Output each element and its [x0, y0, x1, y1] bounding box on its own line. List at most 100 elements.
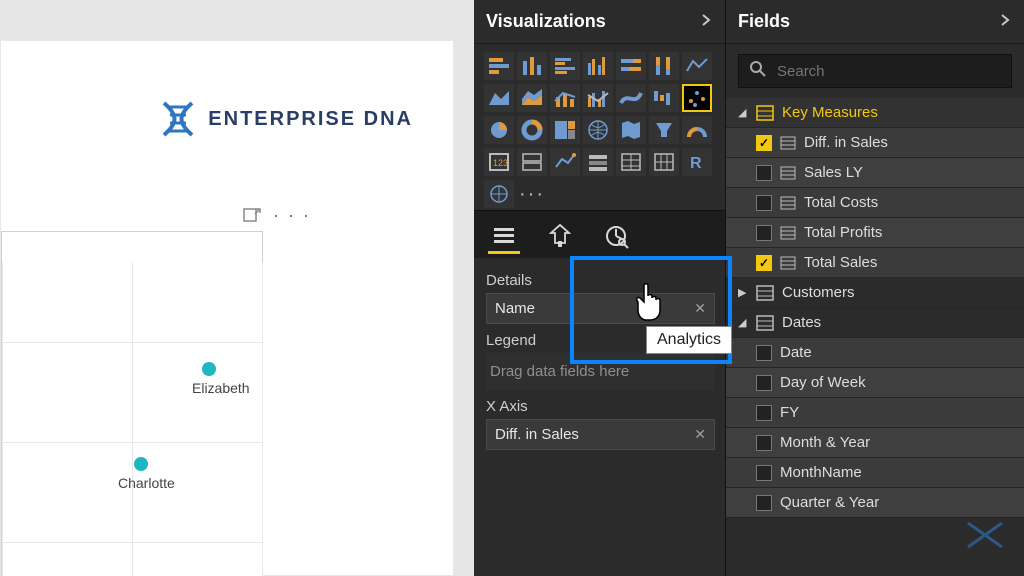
treemap-icon[interactable] [550, 116, 580, 144]
line-clustered-column-icon[interactable] [583, 84, 613, 112]
format-tab[interactable] [544, 222, 576, 254]
field-quarter-and-year[interactable]: Quarter & Year [726, 488, 1024, 518]
report-page[interactable]: ENTERPRISE DNA · · · Elizabeth [0, 40, 454, 576]
legend-well-placeholder: Drag data fields here [490, 363, 629, 380]
gauge-icon[interactable] [682, 116, 712, 144]
python-visual-icon[interactable] [484, 180, 514, 208]
field-label: Total Profits [804, 224, 882, 241]
scatter-visual[interactable]: Elizabeth Charlotte [1, 231, 263, 576]
viz-property-tabs [474, 210, 725, 258]
matrix-icon[interactable] [649, 148, 679, 176]
slicer-icon[interactable] [583, 148, 613, 176]
fields-tab[interactable] [488, 222, 520, 254]
scatter-point[interactable] [202, 362, 216, 376]
xaxis-well-value: Diff. in Sales [495, 426, 579, 443]
pie-chart-icon[interactable] [484, 116, 514, 144]
field-label: Total Costs [804, 194, 878, 211]
stacked-area-icon[interactable] [517, 84, 547, 112]
table-icon [756, 285, 774, 301]
analytics-tab[interactable] [600, 222, 632, 254]
field-checkbox[interactable] [756, 225, 772, 241]
field-label: FY [780, 404, 799, 421]
line-stacked-column-icon[interactable] [550, 84, 580, 112]
legend-well[interactable]: Drag data fields here [486, 353, 715, 390]
field-diff-in-sales[interactable]: Diff. in Sales [726, 128, 1024, 158]
chevron-right-icon[interactable] [998, 11, 1012, 32]
details-well-value: Name [495, 300, 535, 317]
scatter-point[interactable] [134, 457, 148, 471]
field-checkbox[interactable] [756, 435, 772, 451]
stacked-bar-icon[interactable] [484, 52, 514, 80]
field-total-profits[interactable]: Total Profits [726, 218, 1024, 248]
field-month-and-year[interactable]: Month & Year [726, 428, 1024, 458]
field-total-sales[interactable]: Total Sales [726, 248, 1024, 278]
field-checkbox[interactable] [756, 405, 772, 421]
stacked-bar-100-icon[interactable] [616, 52, 646, 80]
field-label: MonthName [780, 464, 862, 481]
field-wells: Details Name ✕ Legend Drag data fields h… [474, 258, 725, 454]
field-checkbox[interactable] [756, 165, 772, 181]
field-checkbox[interactable] [756, 255, 772, 271]
field-label: Date [780, 344, 812, 361]
scatter-plot-grid: Elizabeth Charlotte [2, 262, 262, 576]
table-customers[interactable]: ▶ Customers [726, 278, 1024, 308]
multi-row-card-icon[interactable] [517, 148, 547, 176]
remove-field-icon[interactable]: ✕ [694, 300, 706, 317]
fields-panel-header[interactable]: Fields [726, 0, 1024, 44]
brand-text: ENTERPRISE DNA [208, 108, 413, 131]
funnel-icon[interactable] [649, 116, 679, 144]
field-checkbox[interactable] [756, 465, 772, 481]
field-total-costs[interactable]: Total Costs [726, 188, 1024, 218]
kpi-icon[interactable] [550, 148, 580, 176]
xaxis-well[interactable]: Diff. in Sales ✕ [486, 419, 715, 450]
field-label: Month & Year [780, 434, 870, 451]
scatter-chart-icon[interactable] [682, 84, 712, 112]
ribbon-chart-icon[interactable] [616, 84, 646, 112]
field-checkbox[interactable] [756, 195, 772, 211]
card-icon[interactable]: 123 [484, 148, 514, 176]
donut-chart-icon[interactable] [517, 116, 547, 144]
field-label: Sales LY [804, 164, 863, 181]
xaxis-well-label: X Axis [486, 398, 715, 415]
get-more-visuals-icon[interactable]: ··· [517, 180, 547, 208]
focus-mode-icon[interactable] [243, 206, 261, 224]
scatter-point-label: Elizabeth [192, 380, 250, 396]
field-date[interactable]: Date [726, 338, 1024, 368]
stacked-column-icon[interactable] [517, 52, 547, 80]
details-well[interactable]: Name ✕ [486, 293, 715, 324]
area-chart-icon[interactable] [484, 84, 514, 112]
field-label: Quarter & Year [780, 494, 879, 511]
field-sales-ly[interactable]: Sales LY [726, 158, 1024, 188]
svg-text:123: 123 [493, 158, 508, 168]
field-checkbox[interactable] [756, 345, 772, 361]
visualizations-panel-header[interactable]: Visualizations [474, 0, 725, 44]
visualization-type-gallery: 123 R ··· [474, 44, 725, 210]
remove-field-icon[interactable]: ✕ [694, 426, 706, 443]
table-icon[interactable] [616, 148, 646, 176]
table-label: Customers [782, 284, 855, 301]
table-key-measures[interactable]: ◢ Key Measures [726, 98, 1024, 128]
fields-search[interactable] [738, 54, 1012, 88]
field-checkbox[interactable] [756, 135, 772, 151]
field-label: Day of Week [780, 374, 866, 391]
fields-search-input[interactable] [777, 63, 1001, 80]
table-dates[interactable]: ◢ Dates [726, 308, 1024, 338]
clustered-bar-icon[interactable] [550, 52, 580, 80]
filled-map-icon[interactable] [616, 116, 646, 144]
field-checkbox[interactable] [756, 375, 772, 391]
stacked-column-100-icon[interactable] [649, 52, 679, 80]
field-checkbox[interactable] [756, 495, 772, 511]
map-icon[interactable] [583, 116, 613, 144]
field-day-of-week[interactable]: Day of Week [726, 368, 1024, 398]
waterfall-icon[interactable] [649, 84, 679, 112]
visual-options-icon[interactable]: · · · [273, 208, 311, 222]
r-visual-icon[interactable]: R [682, 148, 712, 176]
scatter-point-label: Charlotte [118, 475, 175, 491]
field-fy[interactable]: FY [726, 398, 1024, 428]
field-monthname[interactable]: MonthName [726, 458, 1024, 488]
table-icon [756, 105, 774, 121]
clustered-column-icon[interactable] [583, 52, 613, 80]
chevron-right-icon[interactable] [699, 11, 713, 32]
details-well-label: Details [486, 272, 715, 289]
line-chart-icon[interactable] [682, 52, 712, 80]
